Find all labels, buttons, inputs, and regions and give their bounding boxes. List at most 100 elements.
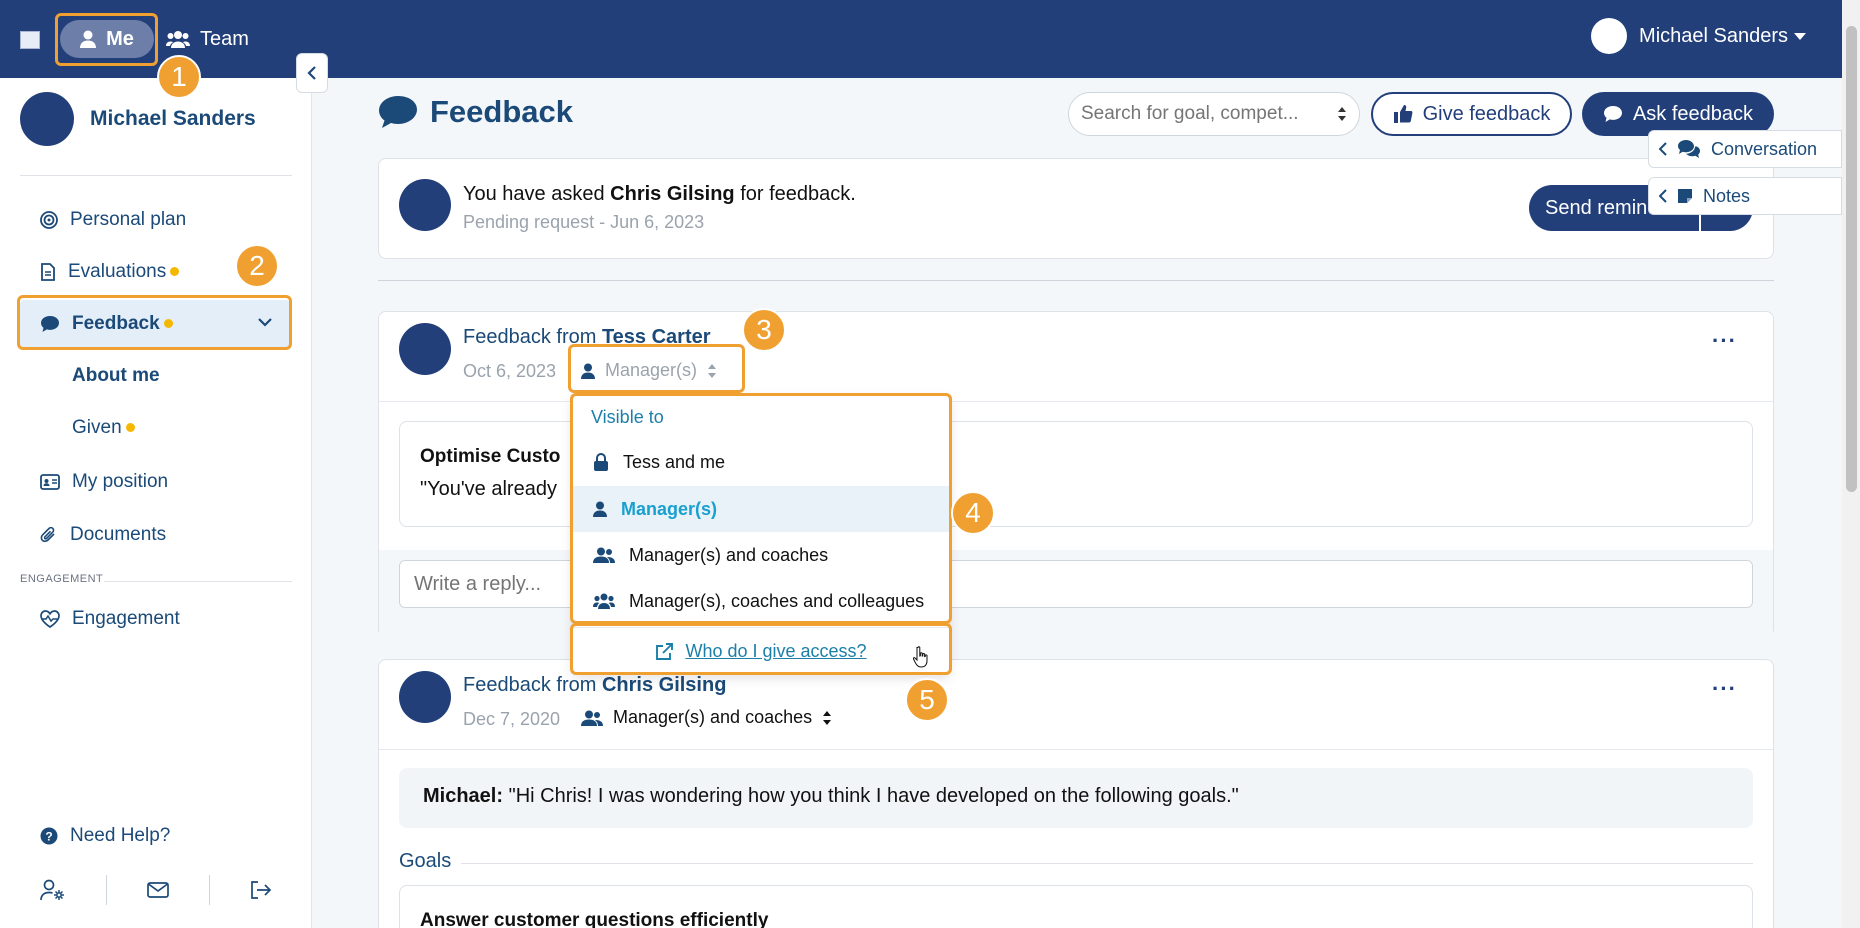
envelope-icon[interactable] [147, 882, 169, 898]
users-icon [581, 710, 603, 726]
feedback-title: Feedback from Chris Gilsing [463, 674, 726, 697]
lock-icon [593, 453, 609, 471]
avatar [399, 671, 451, 723]
help-link[interactable]: ? Need Help? [20, 812, 290, 860]
speech-bubble-icon [40, 315, 60, 333]
notification-dot [170, 267, 180, 277]
me-tab-button[interactable]: Me [60, 20, 154, 58]
divider [104, 581, 292, 582]
option-label: Manager(s) and coaches [629, 544, 829, 565]
team-tab-label: Team [200, 27, 249, 50]
comments-icon [1677, 139, 1701, 159]
request-status: Pending request - Jun 6, 2023 [463, 212, 705, 232]
hand-cursor-icon [913, 646, 931, 668]
divider [20, 175, 292, 176]
dropdown-header: Visible to [591, 407, 664, 427]
sidebar-item-label: Documents [70, 524, 167, 545]
search-select[interactable] [1068, 92, 1360, 136]
divider [461, 863, 1753, 864]
user-menu[interactable]: Michael Sanders [1591, 18, 1806, 54]
feedback-title: Feedback from Tess Carter [463, 326, 711, 349]
divider [379, 749, 1773, 750]
visibility-select[interactable]: Manager(s) [581, 360, 717, 381]
option-managers-and-coaches[interactable]: Manager(s) and coaches [573, 532, 949, 578]
divider [106, 875, 107, 905]
sidebar-profile[interactable]: Michael Sanders [20, 92, 256, 146]
sidebar-item-label: My position [72, 471, 169, 492]
sidebar-footer [20, 868, 292, 912]
feedback-author[interactable]: Tess Carter [602, 326, 711, 348]
goal-item: Answer customer questions efficiently [399, 885, 1753, 928]
user-icon [593, 501, 607, 517]
user-icon [80, 30, 97, 48]
feedback-author[interactable]: Chris Gilsing [602, 674, 726, 696]
me-tab-label: Me [106, 27, 134, 50]
sort-icon [822, 710, 832, 726]
sidebar-item-given[interactable]: Given [20, 404, 290, 452]
request-person: Chris Gilsing [610, 183, 735, 205]
visibility-label: Manager(s) [605, 360, 698, 380]
chevron-left-icon [307, 65, 317, 81]
access-help-link[interactable]: Who do I give access? [573, 627, 949, 675]
option-managers[interactable]: Manager(s) [573, 486, 949, 532]
option-managers-coaches-colleagues[interactable]: Manager(s), coaches and colleagues [573, 578, 949, 624]
users-icon [593, 547, 615, 563]
team-tab-button[interactable]: Team [166, 20, 249, 58]
scrollbar-thumb[interactable] [1846, 26, 1857, 492]
step-badge: 1 [157, 55, 201, 99]
top-navigation-bar: Me Team Michael Sanders [0, 0, 1842, 78]
give-feedback-label: Give feedback [1422, 102, 1551, 125]
caret-down-icon [1794, 32, 1806, 40]
option-label: Manager(s), coaches and colleagues [629, 590, 925, 611]
sticky-note-icon [1677, 188, 1693, 204]
page-title: Feedback [378, 94, 573, 130]
sign-out-icon[interactable] [250, 881, 272, 899]
visibility-select[interactable]: Manager(s) and coaches [581, 707, 832, 728]
sidebar-item-feedback[interactable]: Feedback [20, 300, 290, 348]
heart-pulse-icon [40, 610, 60, 628]
feedback-title-prefix: Feedback from [463, 326, 597, 348]
feedback-title-prefix: Feedback from [463, 674, 597, 696]
scrollbar[interactable] [1842, 0, 1860, 928]
sidebar-item-documents[interactable]: Documents [20, 511, 290, 559]
notification-dot [125, 423, 135, 433]
option-tess-and-me[interactable]: Tess and me [573, 439, 949, 485]
tab-conversation[interactable]: Conversation [1648, 130, 1842, 168]
logo-image[interactable] [20, 31, 40, 49]
tab-notes-label: Notes [1703, 185, 1751, 206]
feedback-card: Feedback from Chris Gilsing Dec 7, 2020 … [378, 659, 1774, 928]
give-feedback-button[interactable]: Give feedback [1371, 92, 1572, 136]
collapse-sidebar-button[interactable] [296, 53, 328, 93]
avatar [1591, 18, 1628, 54]
sidebar-item-personal-plan[interactable]: Personal plan [20, 196, 290, 244]
sidebar-item-label: Engagement [72, 608, 180, 629]
step-badge: 3 [742, 308, 786, 352]
user-settings-icon[interactable] [40, 879, 66, 901]
more-options-icon[interactable]: ··· [1712, 676, 1737, 702]
sidebar: Michael Sanders Personal plan Evaluation… [0, 78, 312, 928]
avatar [399, 323, 451, 375]
paperclip-icon [40, 526, 58, 544]
more-options-icon[interactable]: ··· [1712, 328, 1737, 354]
request-prefix: You have asked [463, 183, 605, 205]
visibility-label: Manager(s) and coaches [613, 707, 813, 727]
sidebar-item-about-me[interactable]: About me [20, 352, 290, 400]
sidebar-item-my-position[interactable]: My position [20, 458, 290, 506]
access-help-label: Who do I give access? [685, 641, 867, 661]
speech-bubble-icon [378, 95, 418, 129]
option-label: Tess and me [623, 451, 726, 472]
profile-name: Michael Sanders [90, 107, 256, 130]
sidebar-item-label: Feedback [72, 313, 160, 334]
notification-dot [163, 319, 173, 329]
search-input[interactable] [1081, 103, 1321, 125]
pending-request-card: You have asked Chris Gilsing for feedbac… [378, 158, 1774, 259]
request-message: Michael: "Hi Chris! I was wondering how … [399, 768, 1753, 828]
users-group-icon [593, 593, 615, 609]
chevron-down-icon[interactable] [258, 317, 272, 327]
tab-notes[interactable]: Notes [1648, 177, 1842, 215]
sidebar-item-engagement[interactable]: Engagement [20, 595, 290, 643]
step-badge: 5 [905, 678, 949, 722]
speech-bubble-icon [1603, 105, 1623, 123]
user-menu-name: Michael Sanders [1639, 24, 1788, 47]
goal-title: Answer customer questions efficiently [420, 910, 769, 928]
